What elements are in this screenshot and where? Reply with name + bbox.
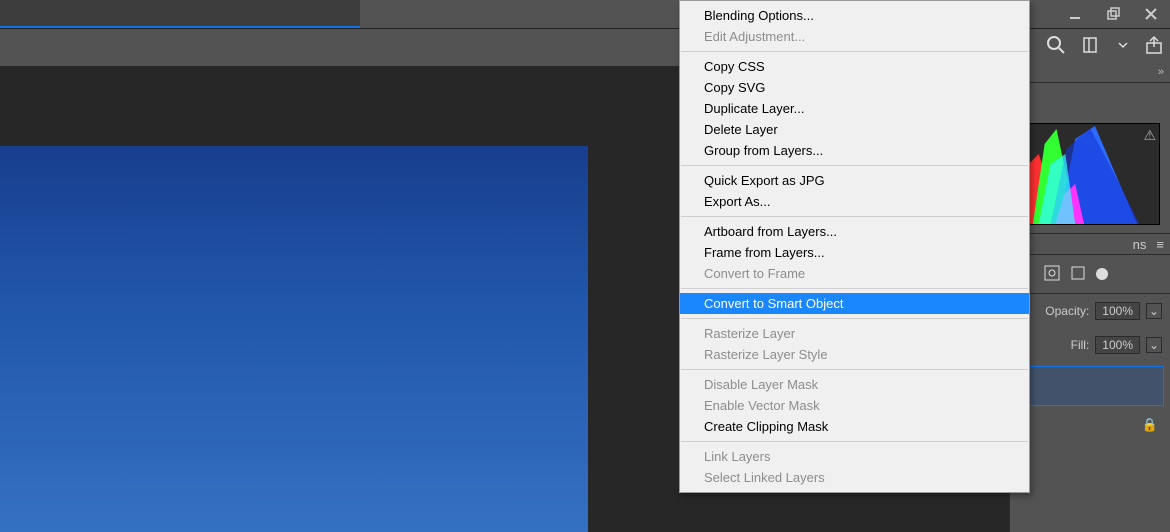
menu-copy-css[interactable]: Copy CSS — [680, 56, 1029, 77]
menu-separator — [681, 165, 1028, 166]
window-close-button[interactable] — [1132, 0, 1170, 28]
menu-separator — [681, 288, 1028, 289]
menu-blending-options[interactable]: Blending Options... — [680, 5, 1029, 26]
opacity-label: Opacity: — [1045, 304, 1089, 318]
opacity-value-field[interactable]: 100% — [1095, 302, 1140, 320]
filter-type-shape-icon[interactable] — [1044, 265, 1060, 284]
menu-edit-adjustment: Edit Adjustment... — [680, 26, 1029, 47]
menu-group-from-layers[interactable]: Group from Layers... — [680, 140, 1029, 161]
collapse-panels-icon[interactable]: » — [1158, 66, 1170, 78]
layer-filter-row: T — [1010, 255, 1170, 294]
fill-label: Fill: — [1071, 338, 1090, 352]
histogram-panel: ⚠ — [1010, 83, 1170, 234]
opacity-row: Opacity: 100% ⌄ — [1010, 294, 1170, 328]
menu-link-layers: Link Layers — [680, 446, 1029, 467]
filter-type-smart-icon[interactable] — [1070, 265, 1086, 284]
opacity-dropdown-icon[interactable]: ⌄ — [1146, 303, 1162, 319]
menu-separator — [681, 369, 1028, 370]
panel-menu-icon[interactable]: ≡ — [1156, 237, 1164, 252]
menu-duplicate-layer[interactable]: Duplicate Layer... — [680, 98, 1029, 119]
menu-enable-vector-mask: Enable Vector Mask — [680, 395, 1029, 416]
menu-export-as[interactable]: Export As... — [680, 191, 1029, 212]
menu-disable-layer-mask: Disable Layer Mask — [680, 374, 1029, 395]
histogram-warning-icon[interactable]: ⚠ — [1143, 127, 1156, 144]
fill-value-field[interactable]: 100% — [1095, 336, 1140, 354]
menu-select-linked: Select Linked Layers — [680, 467, 1029, 488]
panels-column: » ⚠ ns ≡ T Opacity: 100% ⌄ Fill: — [1009, 66, 1170, 532]
menu-separator — [681, 441, 1028, 442]
menu-delete-layer[interactable]: Delete Layer — [680, 119, 1029, 140]
viewmode-icon[interactable] — [1082, 35, 1102, 55]
layer-context-menu: Blending Options... Edit Adjustment... C… — [679, 0, 1030, 493]
menu-convert-to-smart-object[interactable]: Convert to Smart Object — [680, 293, 1029, 314]
lock-icon[interactable]: 🔒 — [1142, 417, 1158, 433]
menu-create-clip-mask[interactable]: Create Clipping Mask — [680, 416, 1029, 437]
fill-row: Fill: 100% ⌄ — [1010, 328, 1170, 362]
menu-convert-to-frame: Convert to Frame — [680, 263, 1029, 284]
dropdown-caret-icon[interactable] — [1118, 35, 1128, 55]
layers-panel-tabbar: ns ≡ — [1010, 234, 1170, 255]
document-tab-active[interactable] — [0, 0, 360, 28]
menu-rasterize-layer: Rasterize Layer — [680, 323, 1029, 344]
menu-separator — [681, 216, 1028, 217]
histogram-chart — [1020, 123, 1160, 225]
menu-frame-from-layers[interactable]: Frame from Layers... — [680, 242, 1029, 263]
layers-tab-label-fragment[interactable]: ns — [1133, 237, 1147, 252]
menu-quick-export-jpg[interactable]: Quick Export as JPG — [680, 170, 1029, 191]
window-restore-button[interactable] — [1094, 0, 1132, 28]
fill-dropdown-icon[interactable]: ⌄ — [1146, 337, 1162, 353]
menu-separator — [681, 51, 1028, 52]
image-canvas[interactable] — [0, 146, 588, 532]
layer-list-item-selected[interactable] — [1016, 366, 1164, 406]
menu-rasterize-style: Rasterize Layer Style — [680, 344, 1029, 365]
menu-artboard-from-layers[interactable]: Artboard from Layers... — [680, 221, 1029, 242]
menu-copy-svg[interactable]: Copy SVG — [680, 77, 1029, 98]
share-icon[interactable] — [1144, 35, 1164, 55]
menu-separator — [681, 318, 1028, 319]
filter-toggle-icon[interactable] — [1096, 268, 1108, 280]
search-icon[interactable] — [1046, 35, 1066, 55]
window-minimize-button[interactable] — [1056, 0, 1094, 28]
